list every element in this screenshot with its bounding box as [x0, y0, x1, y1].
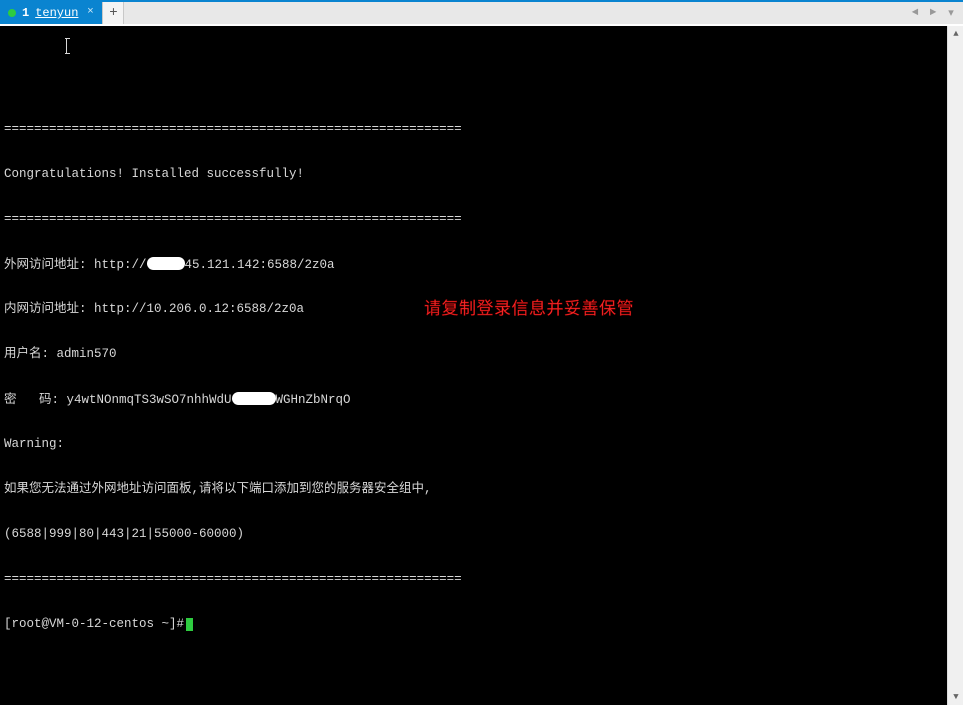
overlay-warning-text: 请复制登录信息并妥善保管	[424, 301, 634, 316]
tab-bar: 1 tenyun × + ◄ ► ▾	[0, 0, 963, 24]
status-dot-icon	[8, 9, 16, 17]
terminal-container: ========================================…	[0, 24, 963, 707]
scroll-up-icon[interactable]: ▲	[948, 26, 963, 42]
internal-url-line: 内网访问地址: http://10.206.0.12:6588/2z0a请复制登…	[4, 302, 943, 317]
text-cursor-icon	[66, 38, 67, 54]
divider-line: ========================================…	[4, 212, 943, 227]
redacted-ip	[147, 257, 185, 270]
shell-prompt-line: [root@VM-0-12-centos ~]#	[4, 617, 943, 632]
new-tab-button[interactable]: +	[102, 2, 124, 24]
divider-line: ========================================…	[4, 572, 943, 587]
ports-line: (6588|999|80|443|21|55000-60000)	[4, 527, 943, 542]
warning-label: Warning:	[4, 437, 943, 452]
cursor-block-icon	[186, 618, 193, 631]
divider-line: ========================================…	[4, 122, 943, 137]
prev-tab-icon[interactable]: ◄	[907, 3, 923, 23]
tab-tenyun[interactable]: 1 tenyun ×	[0, 2, 102, 24]
scroll-down-icon[interactable]: ▼	[948, 689, 963, 705]
terminal[interactable]: ========================================…	[0, 26, 947, 705]
scrollbar[interactable]: ▲ ▼	[947, 26, 963, 705]
shell-prompt: [root@VM-0-12-centos ~]#	[4, 617, 184, 632]
username-line: 用户名: admin570	[4, 347, 943, 362]
install-success-line: Congratulations! Installed successfully!	[4, 167, 943, 182]
external-url-line: 外网访问地址: http://45.121.142:6588/2z0a	[4, 257, 943, 272]
tab-menu-icon[interactable]: ▾	[943, 3, 959, 23]
tab-nav-controls: ◄ ► ▾	[907, 2, 963, 24]
warning-text-line: 如果您无法通过外网地址访问面板,请将以下端口添加到您的服务器安全组中,	[4, 482, 943, 497]
tab-label: tenyun	[35, 6, 78, 20]
password-line: 密 码: y4wtNOnmqTS3wSO7nhhWdUWGHnZbNrqO	[4, 392, 943, 407]
tab-number: 1	[22, 6, 29, 20]
next-tab-icon[interactable]: ►	[925, 3, 941, 23]
close-icon[interactable]: ×	[84, 7, 96, 19]
redacted-password	[232, 392, 276, 405]
